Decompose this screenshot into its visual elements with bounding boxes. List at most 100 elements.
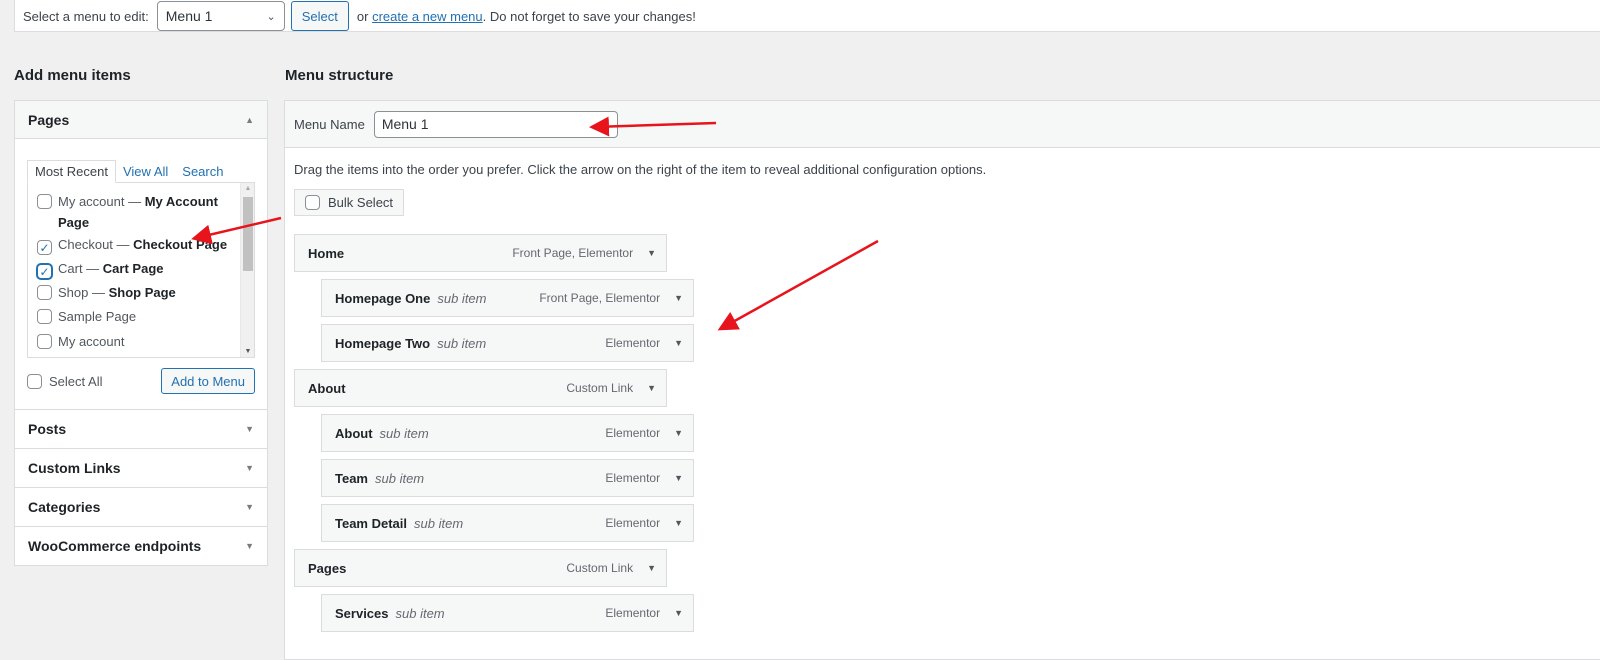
page-item-label: Cart — Cart Page [58, 258, 164, 279]
select-all-label: Select All [49, 373, 103, 389]
add-menu-items-heading: Add menu items [14, 67, 131, 84]
chevron-down-icon: ⌄ [266, 10, 276, 23]
checklist-scrollbar[interactable]: ▲ ▼ [240, 183, 254, 357]
page-title: Cart [58, 260, 83, 276]
page-state: Shop Page [108, 285, 176, 301]
menu-item-title: About [308, 380, 346, 396]
save-reminder-text: . Do not forget to save your changes! [482, 8, 696, 24]
checkbox-wrapper [37, 285, 52, 306]
menu-item-type: Front Page, Elementor [539, 291, 661, 305]
expand-triangle-icon[interactable]: ▼ [674, 428, 683, 438]
checkbox-icon[interactable] [37, 194, 52, 209]
add-to-menu-button[interactable]: Add to Menu [161, 368, 255, 394]
accordion-posts-toggle[interactable]: Posts ▼ [15, 410, 267, 448]
expand-triangle-icon[interactable]: ▼ [647, 248, 656, 258]
accordion-pages-toggle[interactable]: Pages ▲ [15, 101, 267, 139]
menu-item[interactable]: Services sub item Elementor ▼ [321, 594, 694, 632]
page-state: Checkout Page [133, 236, 228, 252]
page-title: Shop [58, 285, 89, 301]
bulk-select-button[interactable]: Bulk Select [294, 189, 405, 216]
menu-item-title: Homepage Two [335, 335, 431, 351]
accordion-woocommerce-title: WooCommerce endpoints [28, 538, 202, 554]
pages-checklist: My account — My Account Page ✓ Checkout — … [27, 182, 255, 358]
page-checklist-item[interactable]: My account — My Account Page [37, 191, 238, 234]
menu-structure-heading: Menu structure [285, 67, 394, 84]
accordion-woocommerce-endpoints: WooCommerce endpoints ▼ [15, 527, 267, 565]
page-checklist-item[interactable]: My account [37, 331, 238, 355]
page-title: Sample Page [58, 309, 137, 325]
menu-name-input[interactable] [373, 110, 618, 138]
accordion-custom-links-toggle[interactable]: Custom Links ▼ [15, 449, 267, 487]
menu-item[interactable]: Home Front Page, Elementor ▼ [294, 234, 667, 272]
accordion-woocommerce-toggle[interactable]: WooCommerce endpoints ▼ [15, 527, 267, 565]
scroll-thumb[interactable] [243, 197, 253, 271]
page-separator: — [82, 260, 103, 276]
expand-triangle-icon[interactable]: ▼ [674, 338, 683, 348]
page-checklist-item[interactable]: ✓ Checkout — Checkout Page [37, 234, 238, 258]
checkbox-icon[interactable] [37, 309, 52, 325]
menu-item[interactable]: About Custom Link ▼ [294, 369, 667, 407]
expand-triangle-icon[interactable]: ▼ [674, 473, 683, 483]
menu-item-title: Team [335, 470, 368, 486]
create-new-menu-link[interactable]: create a new menu [372, 9, 483, 24]
page-title: My account [58, 194, 125, 209]
tab-view-all[interactable]: View All [116, 161, 175, 182]
accordion-categories: Categories ▼ [15, 488, 267, 527]
page-item-label: Shop — Shop Page [58, 282, 176, 303]
expand-triangle-icon[interactable]: ▼ [674, 518, 683, 528]
select-all-checkbox[interactable]: Select All [27, 373, 103, 389]
accordion-custom-links-title: Custom Links [28, 460, 121, 476]
expand-triangle-icon[interactable]: ▼ [674, 293, 683, 303]
menu-item[interactable]: Homepage One sub item Front Page, Elemento… [321, 279, 694, 317]
menu-item[interactable]: About sub item Elementor ▼ [321, 414, 694, 452]
checkbox-icon[interactable] [305, 195, 320, 210]
checkbox-icon[interactable] [37, 333, 52, 349]
page-checklist-item[interactable]: ✓ Cart — Cart Page [37, 258, 238, 282]
accordion-categories-toggle[interactable]: Categories ▼ [15, 488, 267, 526]
page-item-label: Checkout — Checkout Page [58, 234, 227, 255]
page-item-label: My account [58, 331, 124, 352]
tab-most-recent[interactable]: Most Recent [27, 160, 116, 183]
checkbox-icon[interactable] [37, 285, 52, 301]
menu-item[interactable]: Pages Custom Link ▼ [294, 549, 667, 587]
scroll-down-icon[interactable]: ▼ [241, 348, 254, 355]
menu-body: Drag the items into the order you prefer… [285, 148, 1600, 653]
menu-item-type: Elementor [605, 516, 661, 530]
checkbox-checked-icon[interactable]: ✓ [37, 240, 52, 256]
menu-item-type: Custom Link [566, 561, 634, 575]
add-menu-items-panel: Pages ▲ Most Recent View All Search My a… [14, 100, 268, 566]
menu-management-panel: Menu Name Drag the items into the order … [284, 100, 1600, 660]
menu-select-dropdown[interactable]: Menu 1 ⌄ [156, 1, 285, 31]
checkbox-checked-icon[interactable]: ✓ [37, 264, 52, 280]
create-menu-text: or create a new menu. Do not forget to s… [357, 9, 696, 24]
scroll-up-icon[interactable]: ▲ [241, 185, 254, 192]
page-separator: — [112, 236, 134, 252]
checkbox-wrapper [37, 309, 52, 330]
or-text: or [356, 8, 369, 24]
checkbox-wrapper: ✓ [37, 261, 52, 282]
accordion-pages-title: Pages [28, 111, 70, 128]
tab-search[interactable]: Search [175, 161, 230, 182]
menu-item[interactable]: Homepage Two sub item Elementor ▼ [321, 324, 694, 362]
menu-item-type: Front Page, Elementor [512, 246, 634, 260]
page-checklist-item[interactable]: Checkout [37, 355, 238, 357]
page-checklist-item[interactable]: Sample Page [37, 306, 238, 330]
menu-item[interactable]: Team Detail sub item Elementor ▼ [321, 504, 694, 542]
accordion-posts: Posts ▼ [15, 410, 267, 449]
menu-item-sub-label: sub item [375, 470, 425, 486]
menu-item-title: Homepage One [335, 290, 431, 306]
checkbox-icon[interactable] [27, 373, 42, 389]
bulk-select-label: Bulk Select [328, 195, 394, 210]
menu-name-label: Menu Name [294, 116, 365, 132]
menu-select-value: Menu 1 [165, 8, 213, 24]
page-item-label: Sample Page [58, 306, 136, 327]
page-checklist-item[interactable]: Shop — Shop Page [37, 282, 238, 306]
expand-triangle-icon[interactable]: ▼ [647, 563, 656, 573]
menu-item[interactable]: Team sub item Elementor ▼ [321, 459, 694, 497]
menu-item-sub-label: sub item [437, 335, 487, 351]
menu-item-type: Elementor [605, 606, 661, 620]
expand-triangle-icon[interactable]: ▼ [674, 608, 683, 618]
triangle-down-icon: ▼ [245, 463, 254, 473]
expand-triangle-icon[interactable]: ▼ [647, 383, 656, 393]
select-menu-button[interactable]: Select [290, 1, 349, 31]
